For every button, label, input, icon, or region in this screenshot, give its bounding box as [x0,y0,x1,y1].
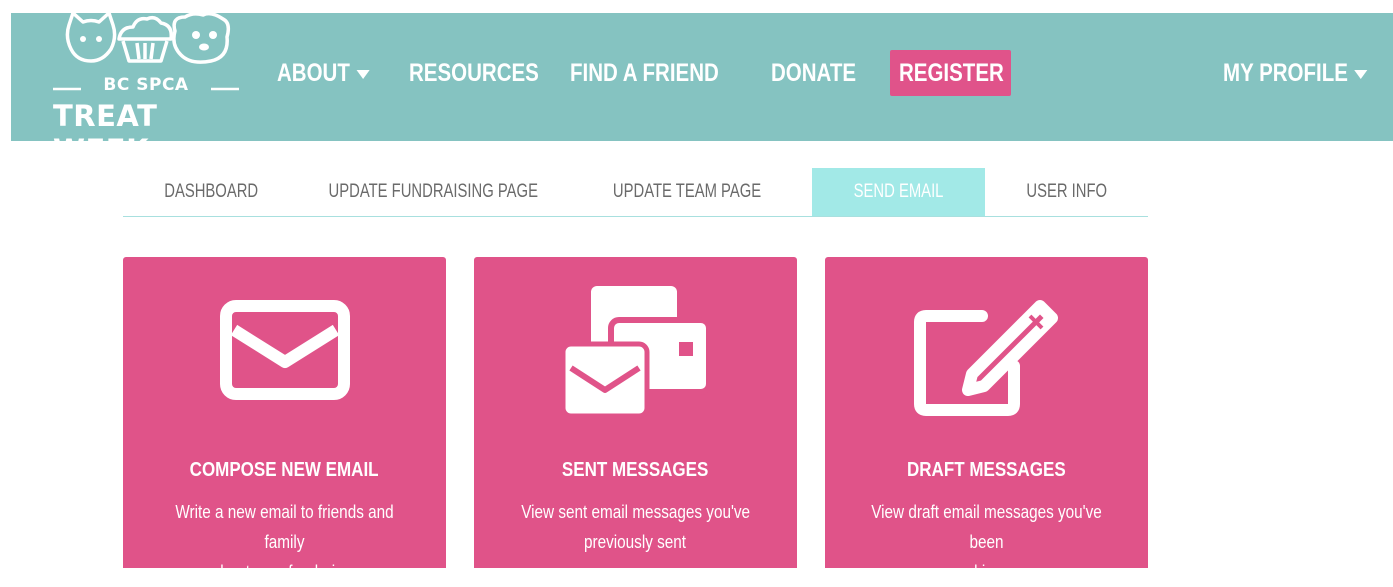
tab-user-info[interactable]: USER INFO [985,168,1148,216]
tab-update-fundraising-page[interactable]: UPDATE FUNDRAISING PAGE [299,168,562,216]
logo-subtitle: BC SPCA [103,75,189,95]
draft-messages-card[interactable]: DRAFT MESSAGES View draft email messages… [825,257,1148,582]
tab-dashboard[interactable]: DASHBOARD [123,168,299,216]
card-description: View draft email messages you've been wor… [871,502,1102,582]
logo-title: TREAT WEEK [53,99,158,167]
card-title: DRAFT MESSAGES [907,459,1066,481]
nav-about-label: ABOUT [277,59,350,87]
nav-about[interactable]: ABOUT [277,59,370,88]
caret-down-icon [1354,69,1368,79]
card-title: COMPOSE NEW EMAIL [190,459,379,481]
nav-resources[interactable]: RESOURCES [409,59,539,88]
tab-update-team-page-label: UPDATE TEAM PAGE [612,181,762,202]
card-title: SENT MESSAGES [562,459,709,481]
tab-update-team-page[interactable]: UPDATE TEAM PAGE [562,168,812,216]
bc-spca-treat-week-logo[interactable]: BC SPCA TREAT WEEK [51,13,241,167]
tab-user-info-label: USER INFO [1026,181,1107,202]
envelope-icon [123,257,446,437]
profile-tabs: DASHBOARD UPDATE FUNDRAISING PAGE UPDATE… [123,168,1148,217]
sent-messages-card[interactable]: SENT MESSAGES View sent email messages y… [474,257,797,568]
nav-donate[interactable]: DONATE [771,59,856,88]
caret-down-icon [356,69,370,79]
tab-update-fundraising-page-label: UPDATE FUNDRAISING PAGE [328,181,538,202]
top-navbar: BC SPCA TREAT WEEK ABOUT RESOURCES FIND … [11,13,1393,167]
card-description: View sent email messages you've previousl… [521,502,750,552]
card-description: Write a new email to friends and family a… [175,502,394,582]
register-button[interactable]: REGISTER [890,50,1011,96]
nav-find-a-friend[interactable]: FIND A FRIEND [570,59,719,88]
register-label: REGISTER [899,59,1004,87]
tab-dashboard-label: DASHBOARD [164,181,258,202]
tab-send-email-label: SEND EMAIL [853,181,944,202]
tab-send-email[interactable]: SEND EMAIL [812,168,985,216]
compose-new-email-card[interactable]: COMPOSE NEW EMAIL Write a new email to f… [123,257,446,582]
nav-my-profile[interactable]: MY PROFILE [1223,59,1368,88]
nav-my-profile-label: MY PROFILE [1223,59,1348,87]
sent-messages-icon [474,257,797,437]
edit-icon [825,257,1148,437]
